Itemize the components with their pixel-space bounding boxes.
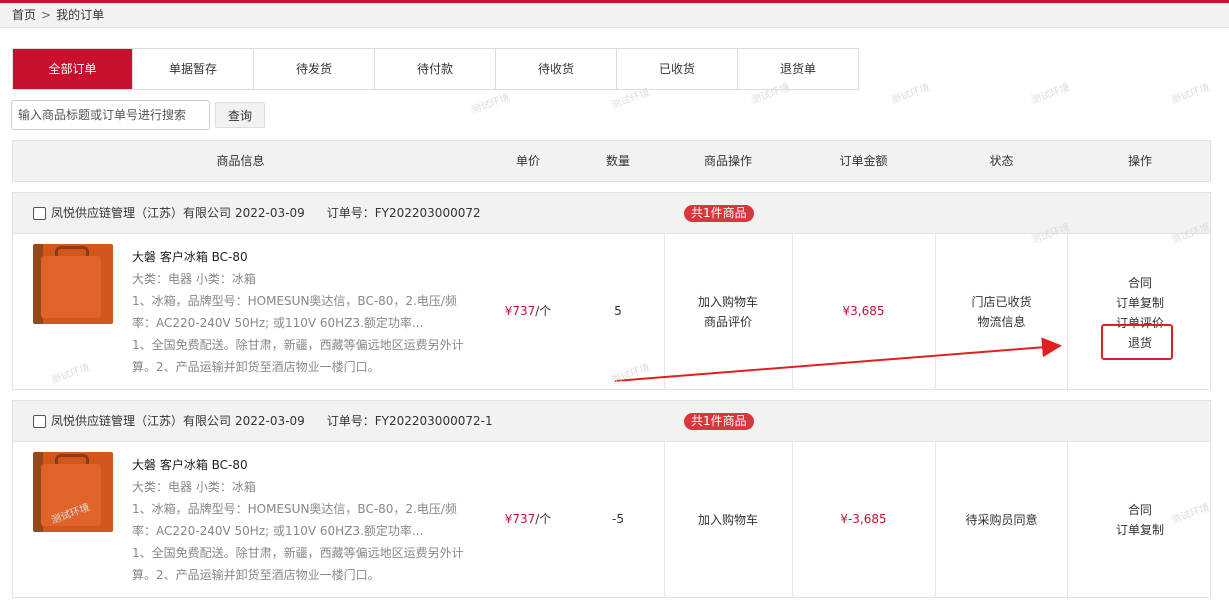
search-button[interactable]: 查询: [215, 102, 265, 128]
product-name[interactable]: 大磐 客户冰箱 BC-80: [132, 246, 472, 268]
product-category: 大类：电器 小类：冰箱: [132, 272, 256, 286]
price-value: ¥737: [504, 512, 536, 526]
header-product: 商品信息: [216, 154, 265, 168]
order-date: 2022-03-09: [235, 414, 305, 428]
breadcrumb: 首页 > 我的订单: [0, 3, 1229, 28]
annotation-highlight-box: [1101, 324, 1173, 360]
order-number: 订单号：FY202203000072-1: [326, 414, 493, 428]
order-row: 大磐 客户冰箱 BC-80 大类：电器 小类：冰箱 1、冰箱，品牌型号：HOME…: [13, 442, 1210, 597]
order-tabs: 全部订单 单据暂存 待发货 待付款 待收货 已收货 退货单: [12, 48, 859, 90]
copy-order-link[interactable]: 订单复制: [1116, 293, 1164, 313]
header-status: 状态: [989, 154, 1014, 168]
product-info: 大磐 客户冰箱 BC-80 大类：电器 小类：冰箱 1、冰箱，品牌型号：HOME…: [132, 454, 472, 586]
unit-price: ¥737/个: [483, 442, 573, 597]
order-meta: 凤悦供应链管理（江苏）有限公司 2022-03-09 订单号：FY202203000…: [51, 193, 481, 233]
header-qty: 数量: [605, 154, 630, 168]
tab-to-receive[interactable]: 待收货: [495, 49, 616, 89]
order-number: 订单号：FY202203000072: [326, 206, 481, 220]
tab-all-orders[interactable]: 全部订单: [13, 49, 132, 89]
order-meta: 凤悦供应链管理（江苏）有限公司 2022-03-09 订单号：FY202203000…: [51, 401, 493, 441]
product-review-link[interactable]: 商品评价: [704, 312, 752, 332]
order-card: 凤悦供应链管理（江苏）有限公司 2022-03-09 订单号：FY202203000…: [12, 400, 1211, 598]
supplier-name: 凤悦供应链管理（江苏）有限公司: [51, 414, 232, 428]
table-header: 商品信息 单价 数量 商品操作 订单金额 状态 操作: [12, 140, 1211, 182]
order-status: 待采购员同意: [936, 442, 1067, 597]
product-category: 大类：电器 小类：冰箱: [132, 480, 256, 494]
price-unit: /个: [535, 512, 552, 526]
order-checkbox[interactable]: [33, 207, 46, 220]
quantity: 5: [614, 304, 622, 318]
breadcrumb-current: 我的订单: [56, 8, 105, 22]
add-to-cart-link[interactable]: 加入购物车: [698, 292, 758, 312]
product-image[interactable]: [33, 452, 113, 532]
order-amount: ¥3,685: [842, 304, 885, 318]
product-ops: 加入购物车 商品评价: [664, 234, 792, 389]
product-ops: 加入购物车: [664, 442, 792, 597]
order-date: 2022-03-09: [235, 206, 305, 220]
search-input[interactable]: [11, 100, 210, 130]
watermark-text: 测试环境: [1030, 82, 1072, 107]
header-product-ops: 商品操作: [703, 154, 752, 168]
price-unit: /个: [535, 304, 552, 318]
product-spec: 1、冰箱，品牌型号：HOMESUN奥达信，BC-80，2.电压/频率：AC220…: [132, 294, 457, 330]
quantity: -5: [612, 512, 624, 526]
order-amount: ¥-3,685: [840, 512, 887, 526]
tab-to-pay[interactable]: 待付款: [374, 49, 495, 89]
tab-to-ship[interactable]: 待发货: [253, 49, 374, 89]
watermark-text: 测试环境: [890, 82, 932, 107]
unit-price: ¥737/个: [483, 234, 573, 389]
header-ops: 操作: [1127, 154, 1152, 168]
tab-draft[interactable]: 单据暂存: [132, 49, 253, 89]
order-actions: 合同 订单复制: [1068, 442, 1212, 597]
order-actions: 合同 订单复制 订单评价 退货: [1068, 234, 1212, 389]
logistics-link[interactable]: 物流信息: [977, 312, 1025, 332]
product-spec: 1、冰箱，品牌型号：HOMESUN奥达信，BC-80，2.电压/频率：AC220…: [132, 502, 457, 538]
price-value: ¥737: [504, 304, 536, 318]
watermark-text: 测试环境: [470, 92, 512, 117]
tab-received[interactable]: 已收货: [616, 49, 737, 89]
contract-link[interactable]: 合同: [1128, 500, 1152, 520]
status-text: 待采购员同意: [965, 512, 1038, 527]
header-price: 单价: [515, 154, 540, 168]
breadcrumb-home[interactable]: 首页: [12, 8, 36, 22]
header-amount: 订单金额: [839, 154, 888, 168]
item-count-badge: 共1件商品: [684, 205, 754, 222]
order-status: 门店已收货 物流信息: [936, 234, 1067, 389]
product-image[interactable]: [33, 244, 113, 324]
product-name[interactable]: 大磐 客户冰箱 BC-80: [132, 454, 472, 476]
product-info: 大磐 客户冰箱 BC-80 大类：电器 小类：冰箱 1、冰箱，品牌型号：HOME…: [132, 246, 472, 378]
order-checkbox[interactable]: [33, 415, 46, 428]
order-header: 凤悦供应链管理（江苏）有限公司 2022-03-09 订单号：FY202203000…: [13, 401, 1210, 442]
add-to-cart-link[interactable]: 加入购物车: [698, 510, 758, 530]
status-text: 门店已收货: [971, 294, 1032, 309]
item-count-badge: 共1件商品: [684, 413, 754, 430]
watermark-text: 测试环境: [1170, 82, 1212, 107]
order-header: 凤悦供应链管理（江苏）有限公司 2022-03-09 订单号：FY202203000…: [13, 193, 1210, 234]
breadcrumb-separator: >: [41, 8, 52, 22]
copy-order-link[interactable]: 订单复制: [1116, 520, 1164, 540]
contract-link[interactable]: 合同: [1128, 273, 1152, 293]
product-note: 1、全国免费配送。除甘肃，新疆，西藏等偏远地区运费另外计算。2、产品运输并卸货至…: [132, 338, 464, 374]
order-card: 凤悦供应链管理（江苏）有限公司 2022-03-09 订单号：FY202203000…: [12, 192, 1211, 390]
product-note: 1、全国免费配送。除甘肃，新疆，西藏等偏远地区运费另外计算。2、产品运输并卸货至…: [132, 546, 464, 582]
supplier-name: 凤悦供应链管理（江苏）有限公司: [51, 206, 232, 220]
tab-returns[interactable]: 退货单: [737, 49, 858, 89]
order-row: 大磐 客户冰箱 BC-80 大类：电器 小类：冰箱 1、冰箱，品牌型号：HOME…: [13, 234, 1210, 389]
